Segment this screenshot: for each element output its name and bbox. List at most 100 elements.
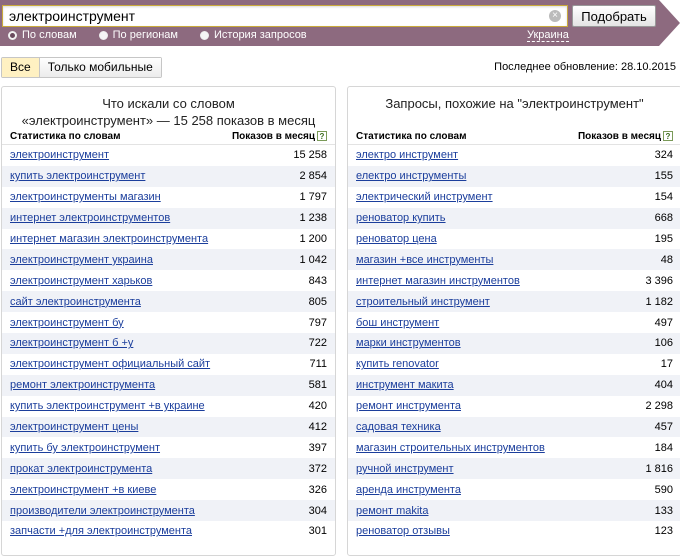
impressions-count: 154 — [654, 191, 673, 204]
query-link[interactable]: электроинструменты магазин — [10, 191, 161, 203]
impressions-count: 326 — [308, 483, 327, 496]
table-row: електро инструменты 155 — [348, 165, 680, 187]
impressions-count: 1 797 — [299, 191, 327, 204]
impressions-count: 668 — [654, 212, 673, 225]
words-panel: Что искали со словом «электроинструмент»… — [1, 86, 336, 556]
filter-all[interactable]: Все — [2, 58, 40, 77]
query-link[interactable]: магазин +все инструменты — [356, 254, 493, 266]
region-selector[interactable]: Украина — [527, 29, 569, 42]
impressions-count: 457 — [654, 421, 673, 434]
panel-title-line2: «электроинструмент» — 15 258 показов в м… — [21, 113, 316, 128]
radio-icon[interactable] — [98, 30, 108, 40]
impressions-count: 722 — [308, 337, 327, 350]
query-link[interactable]: электроинструмент цены — [10, 421, 138, 433]
table-row: реноватор цена 195 — [348, 229, 680, 250]
query-link[interactable]: электрический инструмент — [356, 191, 493, 203]
table-row: сайт электроинструмента 805 — [2, 291, 335, 313]
mode-by-words[interactable]: По словам — [8, 29, 77, 41]
query-link[interactable]: купить электроинструмент +в украине — [10, 400, 205, 412]
query-link[interactable]: электроинструмент официальный сайт — [10, 358, 210, 370]
table-row: электроинструмент цены 412 — [2, 416, 335, 438]
radio-icon[interactable] — [200, 30, 209, 40]
query-link[interactable]: ремонт электроинструмента — [10, 379, 155, 391]
submit-button[interactable]: Подобрать — [572, 5, 656, 27]
table-row: ручной инструмент 1 816 — [348, 458, 680, 480]
table-row: производители электроинструмента 304 — [2, 500, 335, 522]
mode-by-regions[interactable]: По регионам — [98, 29, 178, 41]
query-link[interactable]: садовая техника — [356, 421, 441, 433]
query-link[interactable]: ремонт makita — [356, 505, 428, 517]
query-link[interactable]: сайт электроинструмента — [10, 296, 141, 308]
query-link[interactable]: купить renovator — [356, 358, 439, 370]
impressions-count: 184 — [654, 441, 673, 454]
query-link[interactable]: реноватор отзывы — [356, 525, 450, 537]
query-link[interactable]: марки инструментов — [356, 337, 461, 349]
help-icon[interactable]: ? — [663, 130, 673, 141]
impressions-count: 797 — [308, 316, 327, 329]
query-link[interactable]: интернет магазин электроинструмента — [10, 233, 208, 245]
search-input[interactable] — [3, 6, 543, 26]
query-link[interactable]: купить бу электроинструмент — [10, 442, 160, 454]
query-link[interactable]: электроинструмент б +у — [10, 337, 133, 349]
table-row: марки инструментов 106 — [348, 333, 680, 354]
query-link[interactable]: инструмент макита — [356, 379, 454, 391]
impressions-count: 3 396 — [645, 274, 673, 287]
impressions-count: 805 — [308, 295, 327, 308]
query-link[interactable]: реноватор купить — [356, 212, 446, 224]
impressions-count: 48 — [660, 253, 673, 266]
query-link[interactable]: электроинструмент украина — [10, 254, 153, 266]
table-row: магазин строительных инструментов 184 — [348, 437, 680, 458]
table-row: садовая техника 457 — [348, 416, 680, 438]
query-link[interactable]: ручной инструмент — [356, 463, 454, 475]
col-count: Показов в месяц — [577, 130, 661, 142]
mode-label: История запросов — [214, 29, 307, 41]
last-updated: Последнее обновление: 28.10.2015 — [494, 61, 676, 73]
query-link[interactable]: строительный инструмент — [356, 296, 490, 308]
query-link[interactable]: производители электроинструмента — [10, 505, 195, 517]
impressions-count: 1 182 — [645, 295, 673, 308]
query-link[interactable]: интернет электроинструментов — [10, 212, 170, 224]
query-link[interactable]: магазин строительных инструментов — [356, 442, 545, 454]
query-link[interactable]: прокат электроинструмента — [10, 463, 152, 475]
table-row: реноватор купить 668 — [348, 207, 680, 229]
similar-list: электро инструмент 324 електро инструменты… — [348, 145, 680, 542]
words-list: электроинструмент 15 258 купить электроинс… — [2, 145, 335, 542]
query-link[interactable]: электроинструмент харьков — [10, 275, 152, 287]
search-header: × Подобрать По словам По регионам Истори… — [0, 0, 680, 46]
table-row: реноватор отзывы 123 — [348, 521, 680, 542]
query-link[interactable]: электроинструмент — [10, 149, 109, 161]
query-link[interactable]: ремонт инструмента — [356, 400, 461, 412]
query-link[interactable]: реноватор цена — [356, 233, 437, 245]
table-row: электроинструмент б +у 722 — [2, 333, 335, 354]
table-row: интернет магазин электроинструмента 1 200 — [2, 229, 335, 250]
query-link[interactable]: электроинструмент +в киеве — [10, 484, 156, 496]
table-row: бош инструмент 497 — [348, 312, 680, 333]
table-header: Статистика по словам Показов в месяц? — [348, 128, 680, 145]
table-row: электроинструменты магазин 1 797 — [2, 187, 335, 208]
query-link[interactable]: электроинструмент бу — [10, 317, 124, 329]
impressions-count: 711 — [309, 358, 327, 371]
query-link[interactable]: интернет магазин инструментов — [356, 275, 520, 287]
impressions-count: 581 — [308, 379, 327, 392]
help-icon[interactable]: ? — [317, 130, 327, 141]
mode-history[interactable]: История запросов — [200, 29, 307, 41]
query-link[interactable]: бош инструмент — [356, 317, 439, 329]
radio-icon[interactable] — [8, 30, 17, 40]
query-link[interactable]: запчасти +для электроинструмента — [10, 525, 192, 537]
query-link[interactable]: электро инструмент — [356, 149, 458, 161]
impressions-count: 324 — [654, 149, 673, 162]
clear-icon[interactable]: × — [549, 10, 561, 22]
query-link[interactable]: електро инструменты — [356, 170, 466, 182]
search-box: × — [2, 5, 568, 27]
filter-mobile-only[interactable]: Только мобильные — [39, 58, 161, 77]
panel-title: Запросы, похожие на "электроинструмент" — [348, 87, 680, 128]
query-link[interactable]: купить электроинструмент — [10, 170, 145, 182]
col-words: Статистика по словам — [356, 130, 467, 142]
impressions-count: 843 — [308, 274, 327, 287]
query-link[interactable]: аренда инструмента — [356, 484, 461, 496]
impressions-count: 2 298 — [645, 400, 673, 413]
panel-title: Что искали со словом «электроинструмент»… — [2, 87, 335, 128]
table-row: электроинструмент официальный сайт 711 — [2, 354, 335, 375]
table-row: запчасти +для электроинструмента 301 — [2, 521, 335, 542]
panel-title-line1: Запросы, похожие на "электроинструмент" — [385, 96, 644, 111]
